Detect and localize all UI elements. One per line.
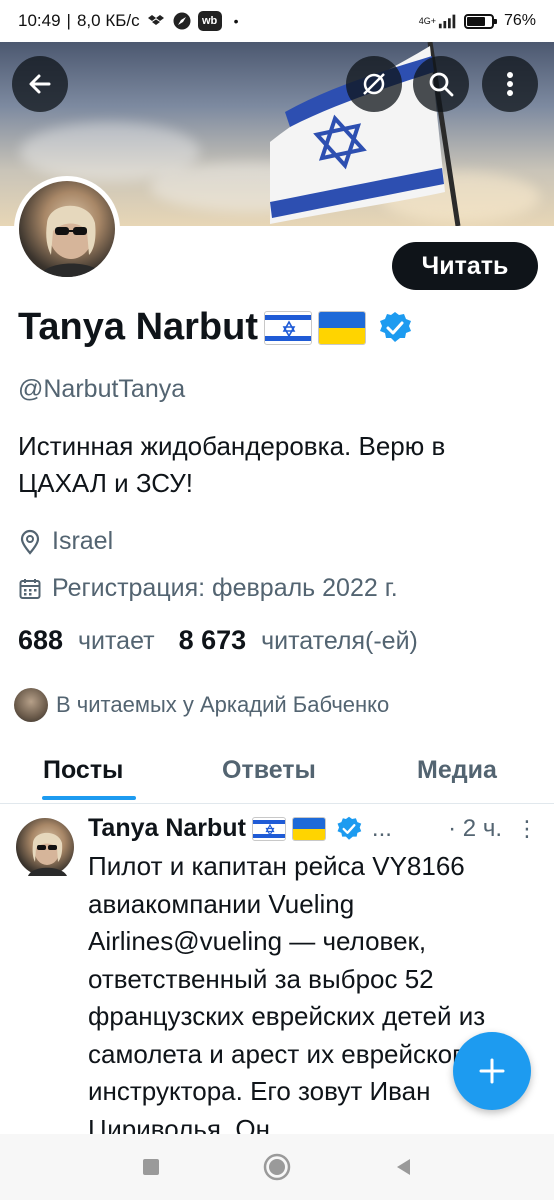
username-handle: @NarbutTanya bbox=[18, 375, 186, 403]
active-tab-indicator bbox=[42, 796, 136, 800]
joined-text: Регистрация: февраль 2022 г. bbox=[52, 574, 398, 602]
calendar-icon bbox=[19, 578, 41, 599]
dropbox-icon bbox=[146, 11, 166, 31]
back-icon[interactable] bbox=[388, 1152, 418, 1182]
translate-button[interactable] bbox=[346, 56, 402, 112]
israel-flag-icon bbox=[264, 310, 313, 345]
post-name-ellipsis: ... bbox=[371, 814, 392, 842]
network-type: 4G+ bbox=[418, 16, 436, 26]
home-icon[interactable] bbox=[262, 1152, 292, 1182]
israel-flag-icon bbox=[251, 816, 286, 841]
followers-link[interactable]: 8 673 читателя(-ей) bbox=[179, 625, 418, 656]
compass-icon bbox=[172, 11, 192, 31]
verified-badge-icon[interactable] bbox=[378, 311, 412, 345]
followers-label: читателя(-ей) bbox=[261, 627, 418, 655]
wb-icon: wb bbox=[197, 11, 222, 31]
profile-bio: Истинная жидобандеровка. Верю в ЦАХАЛ и … bbox=[18, 431, 446, 498]
avatar-photo bbox=[39, 205, 105, 277]
search-button[interactable] bbox=[413, 56, 469, 112]
post-header: Tanya Narbut ... · 2 ч. ⋮ bbox=[88, 814, 538, 843]
post-avatar[interactable] bbox=[16, 818, 74, 876]
compose-button[interactable] bbox=[453, 1032, 531, 1110]
followed-by-row[interactable]: В читаемых у Аркадий Бабченко bbox=[14, 688, 389, 722]
recent-apps-icon[interactable] bbox=[136, 1152, 166, 1182]
follow-button[interactable]: Читать bbox=[392, 242, 538, 290]
separator: | bbox=[66, 11, 71, 30]
following-link[interactable]: 688 читает bbox=[18, 625, 155, 656]
ukraine-flag-icon bbox=[318, 310, 367, 345]
ukraine-flag-icon bbox=[291, 816, 326, 841]
profile-name-row: Tanya Narbut bbox=[18, 306, 412, 349]
battery-level: 76% bbox=[503, 12, 536, 29]
follower-avatar bbox=[14, 688, 48, 722]
status-bar: 10:49 | 8,0 КБ/с wb • 4G+ 76% bbox=[0, 0, 554, 42]
location-pin-icon bbox=[20, 529, 40, 555]
tab-replies[interactable]: Ответы bbox=[222, 756, 316, 785]
battery-icon bbox=[463, 13, 497, 29]
display-name: Tanya Narbut bbox=[18, 306, 259, 348]
post-more-icon[interactable]: ⋮ bbox=[516, 816, 538, 842]
joined-row: Регистрация: февраль 2022 г. bbox=[18, 574, 398, 603]
profile-tabs: Посты Ответы Медиа bbox=[0, 742, 554, 804]
system-nav-bar bbox=[0, 1134, 554, 1200]
verified-badge-icon bbox=[337, 816, 362, 840]
following-count: 688 bbox=[18, 625, 64, 655]
network-speed: 8,0 КБ/с bbox=[76, 11, 140, 30]
signal-icon bbox=[438, 11, 458, 31]
followed-by-text: В читаемых у Аркадий Бабченко bbox=[56, 692, 390, 717]
more-vertical-icon bbox=[507, 72, 513, 96]
tab-media[interactable]: Медиа bbox=[417, 756, 497, 785]
post-timestamp[interactable]: · 2 ч. bbox=[448, 815, 502, 843]
more-button[interactable] bbox=[482, 56, 538, 112]
back-button[interactable] bbox=[12, 56, 68, 112]
notification-dot: • bbox=[233, 13, 239, 29]
followers-count: 8 673 bbox=[178, 625, 247, 655]
location-row: Israel bbox=[18, 527, 113, 556]
follow-stats: 688 читает 8 673 читателя(-ей) bbox=[18, 625, 418, 656]
avatar[interactable] bbox=[14, 176, 120, 282]
location-text: Israel bbox=[52, 527, 114, 555]
plus-icon bbox=[479, 1058, 505, 1084]
post-author-name[interactable]: Tanya Narbut bbox=[88, 814, 246, 843]
following-label: читает bbox=[78, 627, 155, 655]
tab-posts[interactable]: Посты bbox=[43, 756, 123, 785]
arrow-left-icon bbox=[29, 74, 51, 94]
clock: 10:49 bbox=[18, 11, 61, 30]
search-icon bbox=[429, 72, 454, 97]
no-translate-icon bbox=[363, 73, 385, 95]
